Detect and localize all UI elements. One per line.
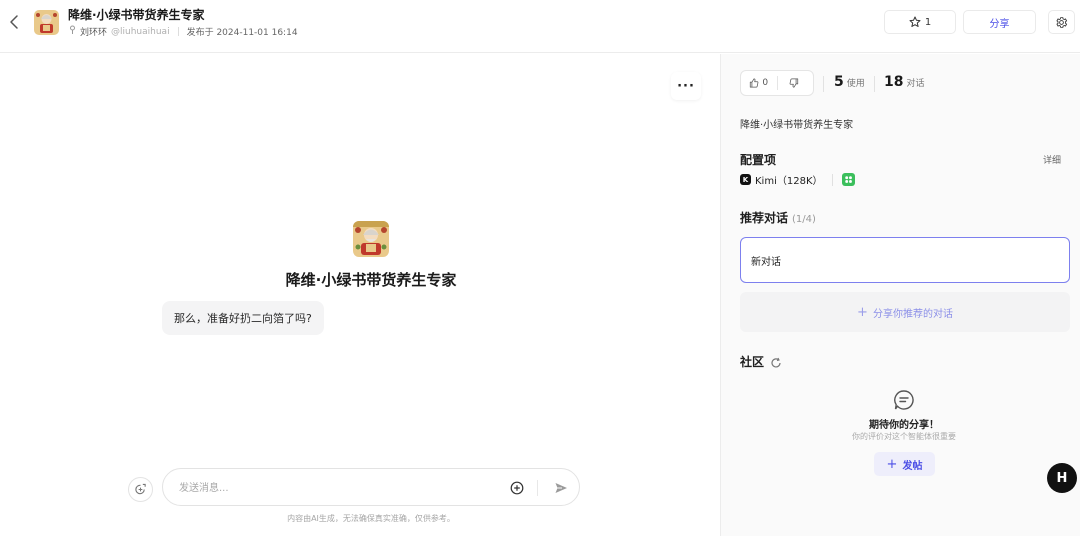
new-chat-button[interactable] (128, 477, 153, 502)
model-name: Kimi（128K） (755, 176, 823, 187)
recommended-title: 推荐对话 (740, 211, 789, 225)
bot-avatar-large (353, 221, 389, 257)
star-count: 1 (924, 16, 932, 28)
star-icon (909, 16, 921, 27)
like-count: 0 (762, 78, 769, 88)
send-icon[interactable] (553, 480, 569, 496)
rating-group: 0 (740, 70, 814, 96)
thumb-down-icon (789, 78, 798, 88)
assistant-fab-icon[interactable]: H (1047, 463, 1077, 493)
post-button[interactable]: + 发帖 (874, 452, 935, 476)
plugin-icon[interactable] (841, 173, 855, 186)
thumb-up-icon (750, 78, 759, 88)
greeting-message: 那么，准备好扔二向箔了吗? (162, 301, 324, 335)
settings-button[interactable] (1048, 10, 1075, 34)
bot-description: 降维·小绿书带货养生专家 (740, 120, 854, 131)
uses-stat: 5 使用 (834, 74, 865, 90)
community-title: 社区 (740, 355, 765, 369)
model-divider (831, 173, 833, 186)
empty-state-title: 期待你的分享！ (869, 420, 939, 431)
page-title: 降维·小绿书带货养生专家 (68, 8, 205, 22)
plus-icon: + (857, 304, 868, 320)
refresh-icon[interactable] (770, 354, 782, 368)
share-recommended-button[interactable]: + 分享你推荐的对话 (740, 292, 1070, 332)
config-title: 配置项 (740, 153, 777, 167)
more-icon: ··· (677, 78, 695, 94)
author-name[interactable]: 刘环环 (80, 25, 107, 38)
chat-area: ··· 降维·小绿书带货养生专家 那么，准备好扔二向箔了吗? 内容由AI生成 (0, 54, 720, 536)
kimi-icon: K (740, 174, 751, 185)
share-recommended-label: 分享你推荐的对话 (872, 308, 953, 320)
empty-state-subtitle: 你的评价对这个智能体很重要 (852, 432, 956, 441)
bot-avatar-small[interactable] (34, 10, 59, 35)
recommended-chat-item[interactable]: 新对话 (740, 237, 1070, 283)
chats-label: 对话 (906, 79, 925, 89)
stat-divider (823, 76, 824, 92)
meta-info: 刘环环 @liuhuaihuai 发布于 2024-11-01 16:14 (68, 25, 298, 38)
post-label: 发帖 (902, 460, 923, 472)
stat-divider (874, 76, 875, 92)
back-arrow-icon[interactable] (8, 14, 22, 30)
more-options-button[interactable]: ··· (671, 72, 701, 100)
meta-divider (177, 27, 179, 36)
plus-icon: + (886, 456, 898, 472)
star-button[interactable]: 1 (884, 10, 956, 34)
share-button[interactable]: 分享 (963, 10, 1036, 34)
author-handle: @liuhuaihuai (111, 26, 170, 37)
bot-name: 降维·小绿书带货养生专家 (285, 271, 457, 289)
chat-bubble-icon (893, 389, 915, 411)
chats-count: 18 (884, 74, 904, 90)
message-input-box[interactable] (162, 468, 580, 506)
model-info: K Kimi（128K） (740, 172, 855, 187)
new-chat-icon (135, 483, 146, 495)
dislike-button[interactable] (777, 71, 813, 95)
author-icon (68, 25, 77, 38)
like-button[interactable]: 0 (741, 71, 777, 95)
info-sidebar: 0 5 使用 18 对话 降维·小绿书带货养生专家 配置项 详细 K Kimi（… (720, 54, 1080, 536)
chats-stat: 18 对话 (884, 74, 925, 90)
ai-disclaimer: 内容由AI生成，无法确保真实准确，仅供参考。 (287, 514, 455, 523)
detail-link[interactable]: 详细 (1043, 153, 1061, 166)
plus-circle-icon[interactable] (509, 480, 525, 496)
recommended-count: (1/4) (792, 214, 816, 225)
top-header: 降维·小绿书带货养生专家 刘环环 @liuhuaihuai 发布于 2024-1… (0, 0, 1080, 53)
message-input[interactable] (179, 478, 499, 498)
recommended-heading: 推荐对话 (1/4) (740, 209, 816, 226)
published-date: 发布于 2024-11-01 16:14 (186, 28, 298, 38)
gear-icon (1056, 16, 1068, 28)
input-divider (537, 480, 538, 496)
uses-label: 使用 (846, 79, 865, 89)
uses-count: 5 (834, 74, 844, 90)
